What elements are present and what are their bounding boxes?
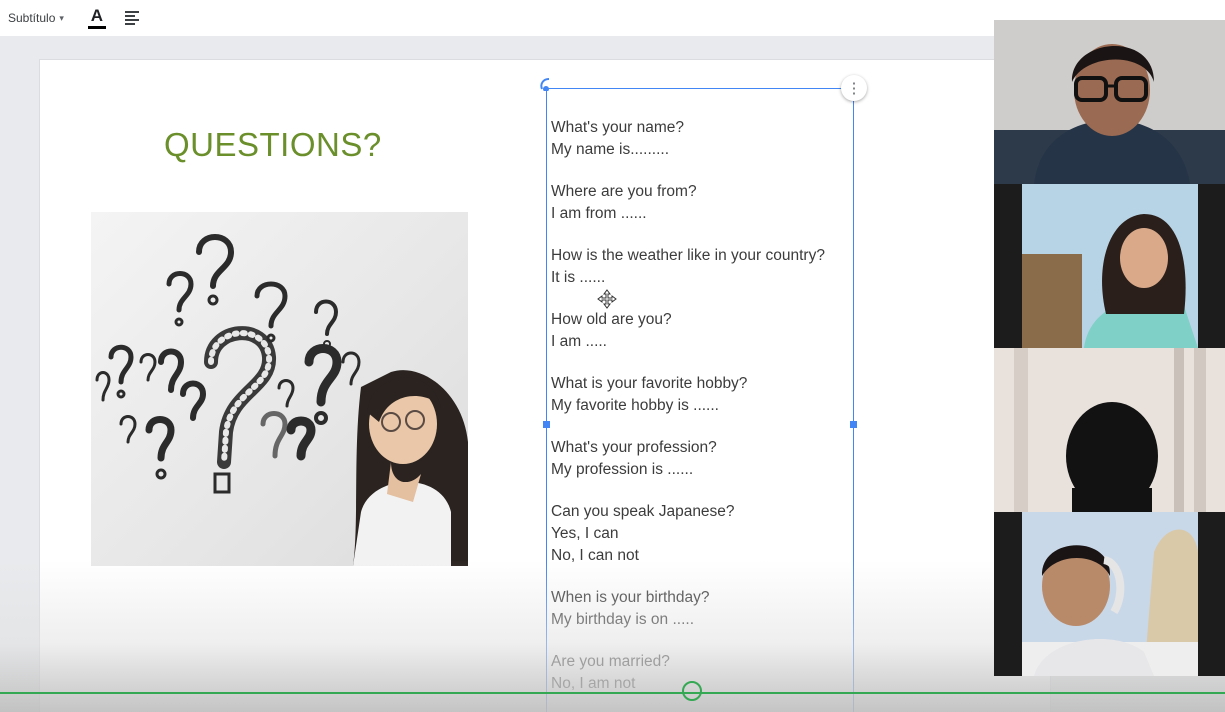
question-marks-image[interactable] (91, 212, 468, 566)
participant-tile-3[interactable] (994, 348, 1225, 512)
move-cursor-icon (597, 289, 617, 309)
answer-text: Yes, I can (551, 525, 619, 542)
video-progress-handle[interactable] (682, 681, 702, 701)
text-color-swatch (87, 26, 106, 29)
participant-video-4 (994, 512, 1225, 676)
question-text: What is your favorite hobby? (551, 375, 748, 392)
participant-tile-2[interactable] (994, 184, 1225, 348)
participant-tile-1[interactable] (994, 20, 1225, 184)
align-left-icon[interactable] (122, 8, 142, 28)
question-text: What's your name? (551, 119, 685, 136)
question-block: Can you speak Japanese? Yes, I can No, I c… (551, 501, 847, 567)
question-text: How old are you? (551, 311, 672, 328)
thinking-girl-illustration (95, 234, 468, 566)
question-text: When is your birthday? (551, 589, 710, 606)
answer-text: My name is......... (551, 141, 669, 158)
question-block: What's your profession? My profession is … (551, 437, 847, 481)
rotate-handle-icon[interactable] (539, 77, 553, 91)
paragraph-style-label: Subtítulo (8, 11, 56, 25)
question-block: How old are you? I am ..... (551, 309, 847, 353)
question-block: When is your birthday? My birthday is on … (551, 587, 847, 631)
question-text: Where are you from? (551, 183, 697, 200)
question-block: Where are you from? I am from ...... (551, 181, 847, 225)
more-vert-icon: ⋮ (846, 79, 862, 97)
answer-text: My favorite hobby is ...... (551, 397, 719, 414)
participant-video-3 (994, 348, 1225, 512)
participant-video-1 (994, 20, 1225, 184)
paragraph-style-dropdown[interactable]: Subtítulo ▾ (8, 11, 64, 25)
answer-text: I am ..... (551, 333, 607, 350)
video-progress-bar[interactable] (0, 692, 1225, 694)
question-text: How is the weather like in your country? (551, 247, 825, 264)
answer-text: No, I can not (551, 547, 639, 564)
question-block: How is the weather like in your country?… (551, 245, 847, 289)
girl-figure (353, 370, 468, 566)
text-color-button[interactable]: A (86, 6, 108, 30)
participant-tile-4[interactable] (994, 512, 1225, 676)
question-block: What's your name? My name is......... (551, 117, 847, 161)
screen: Subtítulo ▾ A QUESTIONS? ⋮ What's your n… (0, 0, 1225, 712)
participant-video-2 (994, 184, 1225, 348)
question-text: What's your profession? (551, 439, 717, 456)
answer-text: It is ...... (551, 269, 606, 286)
more-options-button[interactable]: ⋮ (841, 75, 867, 101)
questions-text-box[interactable]: ⋮ What's your name? My name is......... W… (540, 75, 867, 712)
question-text: Are you married? (551, 653, 670, 670)
text-color-icon: A (90, 6, 104, 25)
participants-panel (994, 20, 1225, 676)
resize-handle-right[interactable] (850, 421, 857, 428)
question-text: Can you speak Japanese? (551, 503, 735, 520)
answer-text: My birthday is on ..... (551, 611, 694, 628)
answer-text: I am from ...... (551, 205, 647, 222)
slide-title[interactable]: QUESTIONS? (164, 126, 382, 164)
slide[interactable]: QUESTIONS? ⋮ What's your name? My name i… (40, 60, 1050, 712)
chevron-down-icon: ▾ (59, 12, 64, 23)
resize-handle-left[interactable] (543, 421, 550, 428)
answer-text: My profession is ...... (551, 461, 694, 478)
question-block: What is your favorite hobby? My favorite … (551, 373, 847, 417)
questions-list[interactable]: What's your name? My name is......... Whe… (551, 117, 847, 712)
